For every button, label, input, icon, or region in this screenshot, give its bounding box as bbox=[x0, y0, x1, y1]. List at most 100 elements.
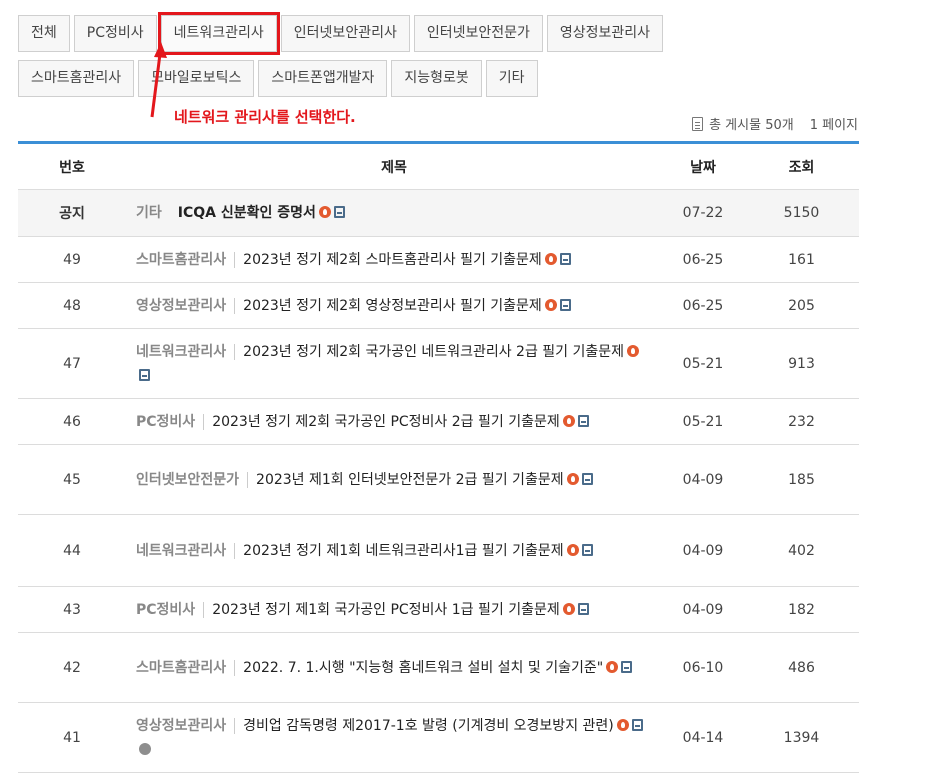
table-row[interactable]: 42 스마트홈관리사 2022. 7. 1.시행 "지능형 홈네트워크 설비 설치 … bbox=[18, 632, 859, 703]
category-row-1: 전체 PC정비사 네트워크관리사 인터넷보안관리사 인터넷보안전문가 영상정보관리사 bbox=[18, 12, 664, 55]
post-title-link[interactable]: ICQA 신분확인 증명서 bbox=[178, 205, 316, 221]
fire-icon bbox=[606, 660, 619, 673]
post-title-cell: 인터넷보안전문가 2023년 제1회 인터넷보안전문가 2급 필기 기출문제 bbox=[126, 444, 662, 515]
post-date: 04-09 bbox=[662, 586, 744, 633]
category-button[interactable]: 인터넷보안전문가 bbox=[413, 15, 543, 52]
table-header: 번호 제목 날짜 조회 bbox=[18, 142, 859, 190]
post-title-cell: 네트워크관리사 2023년 정기 제2회 국가공인 네트워크관리사 2급 필기 기… bbox=[126, 328, 662, 399]
annotation-arrow bbox=[150, 42, 167, 118]
page-count: 1 페이지 bbox=[809, 118, 858, 133]
post-title-cell: 스마트홈관리사 2023년 정기 제2회 스마트홈관리사 필기 기출문제 bbox=[126, 236, 662, 283]
annotation-text: 네트워크 관리사를 선택한다. bbox=[174, 108, 356, 126]
post-number: 42 bbox=[18, 632, 126, 703]
post-date: 06-25 bbox=[662, 236, 744, 283]
post-category[interactable]: 기타 bbox=[136, 205, 170, 221]
post-views: 1394 bbox=[744, 702, 859, 773]
fire-icon bbox=[627, 344, 640, 357]
category-button[interactable]: 스마트폰앱개발자 bbox=[258, 60, 388, 97]
file-icon bbox=[581, 543, 593, 556]
file-icon bbox=[581, 472, 593, 485]
post-date: 05-21 bbox=[662, 328, 744, 399]
table-row[interactable]: 공지 기타 ICQA 신분확인 증명서 07-22 5150 bbox=[18, 189, 859, 237]
post-number: 43 bbox=[18, 586, 126, 633]
post-number: 47 bbox=[18, 328, 126, 399]
post-number: 44 bbox=[18, 514, 126, 587]
post-views: 232 bbox=[744, 398, 859, 445]
fire-icon bbox=[566, 543, 579, 556]
post-category[interactable]: 영상정보관리사 bbox=[136, 717, 236, 734]
category-button[interactable]: 인터넷보안관리사 bbox=[280, 15, 410, 52]
post-title-link[interactable]: 2023년 정기 제2회 스마트홈관리사 필기 기출문제 bbox=[243, 252, 542, 268]
category-button[interactable]: 기타 bbox=[485, 60, 538, 97]
file-icon bbox=[559, 252, 571, 265]
post-number: 41 bbox=[18, 702, 126, 773]
file-icon bbox=[559, 298, 571, 311]
post-title-link[interactable]: 경비업 감독명령 제2017-1호 발령 (기계경비 오경보방지 관련) bbox=[243, 718, 614, 734]
post-views: 161 bbox=[744, 236, 859, 283]
fire-icon bbox=[544, 252, 557, 265]
post-title-cell: 네트워크관리사 2023년 정기 제1회 네트워크관리사1급 필기 기출문제 bbox=[126, 514, 662, 587]
post-title-cell: PC정비사 2023년 정기 제2회 국가공인 PC정비사 2급 필기 기출문제 bbox=[126, 398, 662, 445]
post-views: 5150 bbox=[744, 189, 859, 237]
file-icon bbox=[577, 602, 589, 615]
post-category[interactable]: 네트워크관리사 bbox=[136, 542, 236, 559]
post-title-link[interactable]: 2023년 정기 제2회 국가공인 PC정비사 2급 필기 기출문제 bbox=[212, 414, 560, 430]
category-button[interactable]: 지능형로봇 bbox=[391, 60, 482, 97]
post-title-cell: 기타 ICQA 신분확인 증명서 bbox=[126, 189, 662, 237]
fire-icon bbox=[544, 298, 557, 311]
table-row[interactable]: 45 인터넷보안전문가 2023년 제1회 인터넷보안전문가 2급 필기 기출문제 0… bbox=[18, 444, 859, 515]
category-button[interactable]: 전체 bbox=[18, 15, 70, 52]
header-num: 번호 bbox=[18, 142, 126, 190]
post-views: 402 bbox=[744, 514, 859, 587]
post-number: 49 bbox=[18, 236, 126, 283]
file-icon bbox=[139, 368, 150, 381]
post-title-cell: PC정비사 2023년 정기 제1회 국가공인 PC정비사 1급 필기 기출문제 bbox=[126, 586, 662, 633]
table-row[interactable]: 43 PC정비사 2023년 정기 제1회 국가공인 PC정비사 1급 필기 기출문… bbox=[18, 586, 859, 633]
table-row[interactable]: 48 영상정보관리사 2023년 정기 제2회 영상정보관리사 필기 기출문제 06-… bbox=[18, 282, 859, 329]
category-button[interactable]: 영상정보관리사 bbox=[546, 15, 664, 52]
post-date: 05-21 bbox=[662, 398, 744, 445]
post-category[interactable]: 인터넷보안전문가 bbox=[136, 471, 249, 488]
post-category[interactable]: 네트워크관리사 bbox=[136, 343, 236, 360]
fire-icon bbox=[562, 602, 575, 615]
category-button[interactable]: 스마트홈관리사 bbox=[18, 60, 135, 97]
fire-icon bbox=[566, 472, 579, 485]
table-row[interactable]: 47 네트워크관리사 2023년 정기 제2회 국가공인 네트워크관리사 2급 필기… bbox=[18, 328, 859, 399]
post-table: 번호 제목 날짜 조회 공지 기타 ICQA 신분확인 증명서 07-22 5150 49… bbox=[18, 141, 859, 773]
header-title: 제목 bbox=[126, 142, 662, 190]
table-row[interactable]: 46 PC정비사 2023년 정기 제2회 국가공인 PC정비사 2급 필기 기출문… bbox=[18, 398, 859, 445]
post-title-link[interactable]: 2023년 정기 제1회 네트워크관리사1급 필기 기출문제 bbox=[243, 543, 563, 559]
category-button[interactable]: 네트워크관리사 bbox=[157, 12, 280, 55]
table-row[interactable]: 44 네트워크관리사 2023년 정기 제1회 네트워크관리사1급 필기 기출문제 0… bbox=[18, 514, 859, 587]
post-category[interactable]: PC정비사 bbox=[136, 413, 205, 430]
post-number: 45 bbox=[18, 444, 126, 515]
post-category[interactable]: PC정비사 bbox=[136, 601, 205, 618]
file-icon bbox=[631, 718, 643, 731]
post-title-link[interactable]: 2023년 정기 제1회 국가공인 PC정비사 1급 필기 기출문제 bbox=[212, 602, 560, 618]
post-views: 182 bbox=[744, 586, 859, 633]
post-category[interactable]: 영상정보관리사 bbox=[136, 297, 236, 314]
post-category[interactable]: 스마트홈관리사 bbox=[136, 251, 236, 268]
fire-icon bbox=[562, 414, 575, 427]
category-row-2: 스마트홈관리사 모바일로보틱스 스마트폰앱개발자 지능형로봇 기타 bbox=[18, 60, 538, 97]
document-icon bbox=[692, 116, 704, 131]
post-date: 04-14 bbox=[662, 702, 744, 773]
fire-icon bbox=[318, 206, 331, 218]
post-category[interactable]: 스마트홈관리사 bbox=[136, 659, 236, 676]
post-number: 48 bbox=[18, 282, 126, 329]
post-title-cell: 영상정보관리사 경비업 감독명령 제2017-1호 발령 (기계경비 오경보방지 … bbox=[126, 702, 662, 773]
post-date: 04-09 bbox=[662, 444, 744, 515]
post-title-cell: 영상정보관리사 2023년 정기 제2회 영상정보관리사 필기 기출문제 bbox=[126, 282, 662, 329]
table-row[interactable]: 41 영상정보관리사 경비업 감독명령 제2017-1호 발령 (기계경비 오경보방… bbox=[18, 702, 859, 773]
post-date: 07-22 bbox=[662, 189, 744, 237]
board-meta: 총 게시물 50개 1 페이지 bbox=[692, 114, 858, 133]
post-views: 185 bbox=[744, 444, 859, 515]
table-row[interactable]: 49 스마트홈관리사 2023년 정기 제2회 스마트홈관리사 필기 기출문제 06-… bbox=[18, 236, 859, 283]
post-title-link[interactable]: 2023년 정기 제2회 국가공인 네트워크관리사 2급 필기 기출문제 bbox=[243, 344, 624, 360]
post-title-link[interactable]: 2022. 7. 1.시행 "지능형 홈네트워크 설비 설치 및 기술기준" bbox=[243, 660, 603, 676]
post-views: 913 bbox=[744, 328, 859, 399]
post-date: 06-10 bbox=[662, 632, 744, 703]
post-title-link[interactable]: 2023년 제1회 인터넷보안전문가 2급 필기 기출문제 bbox=[256, 472, 564, 488]
post-title-link[interactable]: 2023년 정기 제2회 영상정보관리사 필기 기출문제 bbox=[243, 298, 542, 314]
post-date: 06-25 bbox=[662, 282, 744, 329]
